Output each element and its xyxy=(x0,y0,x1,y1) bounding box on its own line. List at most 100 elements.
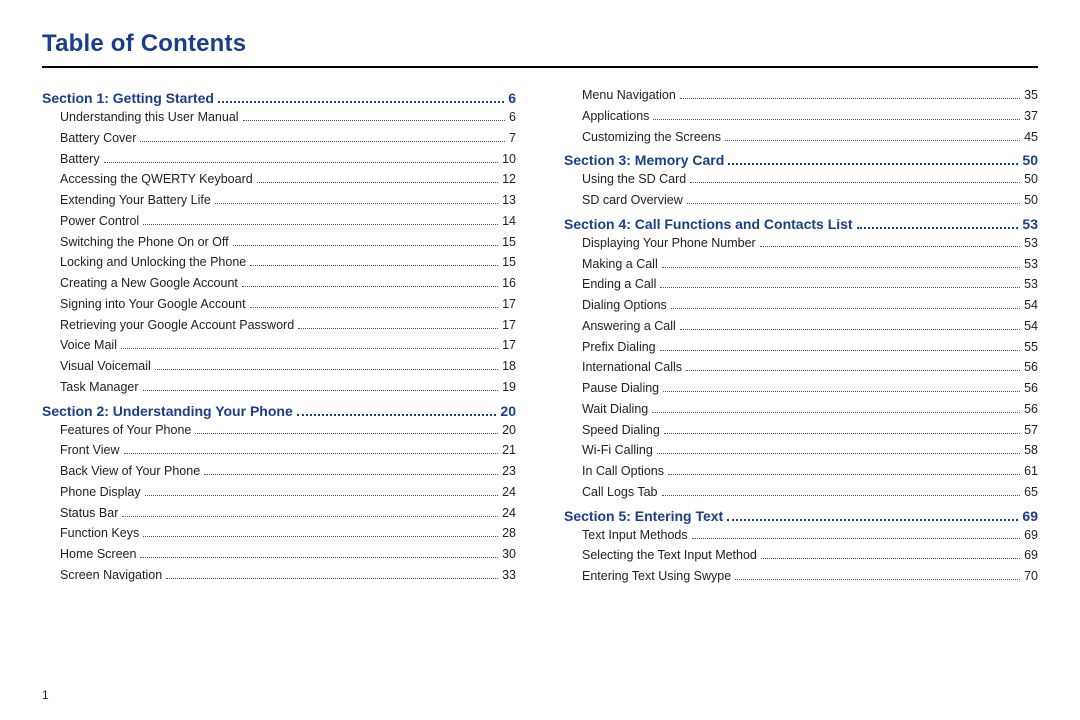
toc-leader-dots xyxy=(668,474,1020,475)
toc-label: Creating a New Google Account xyxy=(60,274,238,293)
toc-item[interactable]: Battery10 xyxy=(60,150,516,169)
toc-item[interactable]: Speed Dialing 57 xyxy=(582,421,1038,440)
toc-item[interactable]: Ending a Call 53 xyxy=(582,275,1038,294)
toc-item[interactable]: Displaying Your Phone Number53 xyxy=(582,234,1038,253)
toc-page: 53 xyxy=(1024,275,1038,294)
toc-item[interactable]: Understanding this User Manual6 xyxy=(60,108,516,127)
toc-item[interactable]: Front View21 xyxy=(60,441,516,460)
toc-label: Power Control xyxy=(60,212,139,231)
toc-item[interactable]: Prefix Dialing55 xyxy=(582,338,1038,357)
toc-leader-dots xyxy=(140,557,498,558)
toc-item[interactable]: Applications37 xyxy=(582,107,1038,126)
toc-item[interactable]: Text Input Methods69 xyxy=(582,526,1038,545)
toc-label: Locking and Unlocking the Phone xyxy=(60,253,246,272)
toc-leader-dots xyxy=(727,519,1018,521)
toc-item[interactable]: SD card Overview 50 xyxy=(582,191,1038,210)
toc-label: Selecting the Text Input Method xyxy=(582,546,757,565)
toc-leader-dots xyxy=(761,558,1020,559)
toc-leader-dots xyxy=(686,370,1020,371)
toc-leader-dots xyxy=(250,265,498,266)
toc-item[interactable]: Function Keys28 xyxy=(60,524,516,543)
toc-item[interactable]: Home Screen30 xyxy=(60,545,516,564)
toc-item[interactable]: Voice Mail17 xyxy=(60,336,516,355)
toc-page: 6 xyxy=(509,108,516,127)
toc-section[interactable]: Section 5: Entering Text69 xyxy=(564,508,1038,524)
toc-item[interactable]: Making a Call 53 xyxy=(582,255,1038,274)
toc-item[interactable]: In Call Options61 xyxy=(582,462,1038,481)
toc-label: International Calls xyxy=(582,358,682,377)
toc-leader-dots xyxy=(657,453,1020,454)
toc-item[interactable]: International Calls 56 xyxy=(582,358,1038,377)
toc-label: Task Manager xyxy=(60,378,139,397)
toc-leader-dots xyxy=(233,245,498,246)
toc-item[interactable]: Retrieving your Google Account Password1… xyxy=(60,316,516,335)
toc-section[interactable]: Section 4: Call Functions and Contacts L… xyxy=(564,216,1038,232)
toc-page: 12 xyxy=(502,170,516,189)
toc-section[interactable]: Section 1: Getting Started6 xyxy=(42,90,516,106)
toc-item[interactable]: Call Logs Tab65 xyxy=(582,483,1038,502)
toc-page: 20 xyxy=(500,403,516,419)
toc-label: Speed Dialing xyxy=(582,421,660,440)
toc-leader-dots xyxy=(121,348,498,349)
toc-item[interactable]: Switching the Phone On or Off15 xyxy=(60,233,516,252)
toc-leader-dots xyxy=(143,224,498,225)
toc-item[interactable]: Screen Navigation33 xyxy=(60,566,516,585)
toc-leader-dots xyxy=(195,433,498,434)
toc-leader-dots xyxy=(760,246,1020,247)
toc-leader-dots xyxy=(660,350,1020,351)
toc-item[interactable]: Status Bar24 xyxy=(60,504,516,523)
toc-item[interactable]: Selecting the Text Input Method69 xyxy=(582,546,1038,565)
toc-page: 56 xyxy=(1024,358,1038,377)
toc-page: 24 xyxy=(502,483,516,502)
toc-label: Using the SD Card xyxy=(582,170,686,189)
toc-label: Switching the Phone On or Off xyxy=(60,233,229,252)
toc-page: 50 xyxy=(1024,191,1038,210)
toc-label: Section 4: Call Functions and Contacts L… xyxy=(564,216,853,232)
toc-leader-dots xyxy=(652,412,1020,413)
toc-item[interactable]: Locking and Unlocking the Phone15 xyxy=(60,253,516,272)
toc-leader-dots xyxy=(298,328,498,329)
toc-item[interactable]: Wait Dialing56 xyxy=(582,400,1038,419)
toc-item[interactable]: Pause Dialing56 xyxy=(582,379,1038,398)
toc-item[interactable]: Task Manager19 xyxy=(60,378,516,397)
toc-leader-dots xyxy=(124,453,499,454)
toc-label: Making a Call xyxy=(582,255,658,274)
toc-item[interactable]: Power Control14 xyxy=(60,212,516,231)
toc-leader-dots xyxy=(122,516,498,517)
toc-item[interactable]: Features of Your Phone20 xyxy=(60,421,516,440)
toc-page: 65 xyxy=(1024,483,1038,502)
toc-item[interactable]: Customizing the Screens45 xyxy=(582,128,1038,147)
toc-item[interactable]: Visual Voicemail18 xyxy=(60,357,516,376)
toc-section[interactable]: Section 3: Memory Card50 xyxy=(564,152,1038,168)
toc-item[interactable]: Dialing Options54 xyxy=(582,296,1038,315)
toc-label: Wait Dialing xyxy=(582,400,648,419)
toc-page: 57 xyxy=(1024,421,1038,440)
toc-page: 37 xyxy=(1024,107,1038,126)
toc-label: Function Keys xyxy=(60,524,139,543)
toc-item[interactable]: Creating a New Google Account16 xyxy=(60,274,516,293)
toc-item[interactable]: Accessing the QWERTY Keyboard12 xyxy=(60,170,516,189)
toc-leader-dots xyxy=(204,474,498,475)
toc-item[interactable]: Menu Navigation35 xyxy=(582,86,1038,105)
toc-leader-dots xyxy=(725,140,1020,141)
toc-leader-dots xyxy=(660,287,1020,288)
toc-item[interactable]: Extending Your Battery Life13 xyxy=(60,191,516,210)
toc-item[interactable]: Using the SD Card50 xyxy=(582,170,1038,189)
toc-page: 55 xyxy=(1024,338,1038,357)
toc-item[interactable]: Back View of Your Phone23 xyxy=(60,462,516,481)
toc-item[interactable]: Phone Display24 xyxy=(60,483,516,502)
toc-item[interactable]: Answering a Call54 xyxy=(582,317,1038,336)
toc-item[interactable]: Wi-Fi Calling58 xyxy=(582,441,1038,460)
toc-leader-dots xyxy=(104,162,498,163)
toc-label: Ending a Call xyxy=(582,275,656,294)
toc-label: Displaying Your Phone Number xyxy=(582,234,756,253)
toc-item[interactable]: Entering Text Using Swype70 xyxy=(582,567,1038,586)
toc-page: 53 xyxy=(1024,255,1038,274)
toc-page: 17 xyxy=(502,295,516,314)
toc-label: SD card Overview xyxy=(582,191,683,210)
toc-item[interactable]: Signing into Your Google Account17 xyxy=(60,295,516,314)
toc-label: Section 1: Getting Started xyxy=(42,90,214,106)
toc-section[interactable]: Section 2: Understanding Your Phone20 xyxy=(42,403,516,419)
toc-item[interactable]: Battery Cover7 xyxy=(60,129,516,148)
toc-label: Status Bar xyxy=(60,504,118,523)
